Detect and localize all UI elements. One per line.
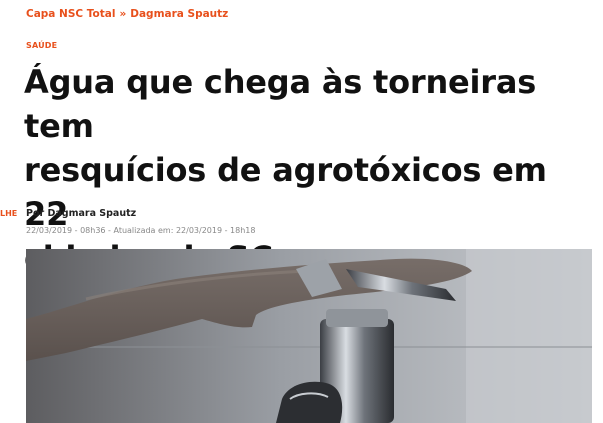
section-label[interactable]: SAÚDE xyxy=(26,41,57,50)
author-byline[interactable]: Por Dagmara Spautz xyxy=(26,208,136,219)
breadcrumb-separator: » xyxy=(119,8,127,20)
breadcrumb-home-link[interactable]: Capa NSC Total xyxy=(26,8,115,20)
breadcrumb: Capa NSC Total » Dagmara Spautz xyxy=(26,8,228,20)
breadcrumb-author-link[interactable]: Dagmara Spautz xyxy=(130,8,228,20)
article-photo xyxy=(26,249,592,423)
faucet-photo-illustration xyxy=(26,249,592,423)
sidebar-cut-label: LHE xyxy=(0,209,18,218)
publish-dates: 22/03/2019 - 08h36 - Atualizada em: 22/0… xyxy=(26,226,256,235)
article-title: Água que chega às torneiras tem resquíci… xyxy=(24,60,599,280)
article-title-line-1: Água que chega às torneiras tem xyxy=(24,63,537,145)
article-title-line-2: resquícios de agrotóxicos em 22 xyxy=(24,151,547,233)
